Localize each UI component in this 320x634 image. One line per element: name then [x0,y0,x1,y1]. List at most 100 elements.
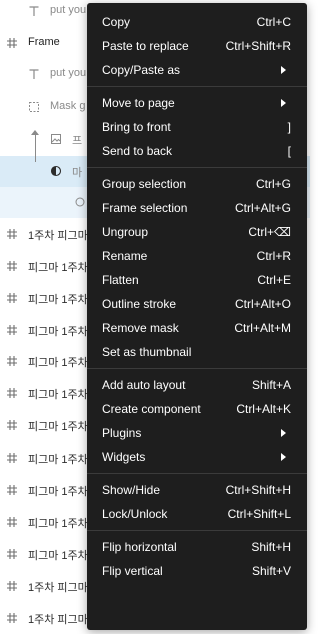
menu-item-label: Paste to replace [102,39,189,53]
layer-label: 1주차 피그마 [28,230,88,242]
frame-hash-icon [6,260,18,272]
frame-hash-icon [6,612,18,624]
menu-item-label: Copy [102,15,131,29]
layer-label: 피그마 1주차 [28,486,88,498]
menu-item-label: Create component [102,402,201,416]
hierarchy-connector [35,132,36,162]
menu-item-label: Ungroup [102,225,149,239]
menu-item-add-auto-layout[interactable]: Add auto layout Shift+A [87,373,307,397]
layer-label: 피그마 1주차 [28,389,88,401]
menu-item-widgets[interactable]: Widgets [87,445,307,469]
menu-item-lock-unlock[interactable]: Lock/Unlock Ctrl+Shift+L [87,502,307,526]
menu-separator [87,368,307,369]
layer-label: 피그마 1주차 [28,357,88,369]
frame-hash-icon [6,516,18,528]
menu-separator [87,167,307,168]
frame-hash-icon [6,484,18,496]
frame-hash-icon [6,355,18,367]
frame-hash-icon [6,37,18,49]
menu-item-frame-selection[interactable]: Frame selection Ctrl+Alt+G [87,196,307,220]
layer-label: 피그마 1주차 [28,262,88,274]
menu-item-remove-mask[interactable]: Remove mask Ctrl+Alt+M [87,316,307,340]
menu-item-rename[interactable]: Rename Ctrl+R [87,244,307,268]
menu-item-label: Flip vertical [102,564,163,578]
menu-item-shortcut: Ctrl+Shift+L [227,507,291,521]
menu-item-label: Frame selection [102,201,188,215]
menu-item-shortcut: Ctrl+Alt+M [234,321,291,335]
menu-item-flatten[interactable]: Flatten Ctrl+E [87,268,307,292]
text-icon [28,68,40,80]
menu-item-label: Group selection [102,177,187,191]
menu-item-outline-stroke[interactable]: Outline stroke Ctrl+Alt+O [87,292,307,316]
menu-item-label: Remove mask [102,321,179,335]
menu-item-copy[interactable]: Copy Ctrl+C [87,10,307,34]
layer-label: put you [50,4,87,16]
menu-separator [87,473,307,474]
menu-item-shortcut: Ctrl+G [255,177,291,191]
layer-label: put you [50,67,87,79]
half-circle-icon [50,165,62,177]
menu-item-move-to-page[interactable]: Move to page [87,91,307,115]
menu-item-label: Copy/Paste as [102,63,181,77]
text-icon [28,5,40,17]
layer-label: 1주차 피그마 [28,582,88,594]
menu-item-shortcut: Shift+V [251,564,291,578]
menu-item-shortcut: Ctrl+Shift+R [225,39,291,53]
menu-item-flip-vertical[interactable]: Flip vertical Shift+V [87,559,307,583]
menu-item-label: Show/Hide [102,483,161,497]
menu-item-shortcut: Ctrl+R [256,249,291,263]
context-menu: Copy Ctrl+C Paste to replace Ctrl+Shift+R Co… [87,3,307,630]
menu-item-bring-to-front[interactable]: Bring to front] [87,115,307,139]
frame-hash-icon [6,228,18,240]
menu-item-shortcut: Shift+H [251,540,291,554]
layer-label: Frame [28,36,60,48]
menu-item-label: Set as thumbnail [102,345,192,359]
frame-hash-icon [6,387,18,399]
menu-item-copy-paste-as[interactable]: Copy/Paste as [87,58,307,82]
menu-item-label: Add auto layout [102,378,186,392]
menu-item-shortcut: Shift+A [251,378,291,392]
menu-item-send-to-back[interactable]: Send to back [ [87,139,307,163]
menu-item-label: Move to page [102,96,175,110]
menu-item-shortcut: Ctrl+C [256,15,291,29]
frame-hash-icon [6,324,18,336]
ellipse-icon [74,196,86,208]
menu-item-paste-to-replace[interactable]: Paste to replace Ctrl+Shift+R [87,34,307,58]
menu-item-flip-horizontal[interactable]: Flip horizontal Shift+H [87,535,307,559]
layer-label: 피그마 1주차 [28,326,88,338]
frame-hash-icon [6,419,18,431]
layer-label: 피그마 1주차 [28,294,88,306]
layer-label: 피그마 1주차 [28,550,88,562]
layer-label: 프 [72,135,83,147]
layer-label: 1주차 피그마 [28,614,88,626]
layer-label: 피그마 1주차 [28,518,88,530]
menu-item-ungroup[interactable]: Ungroup Ctrl+⌫ [87,220,307,244]
layer-label: 피그마 1주차 [28,421,88,433]
mask-dashed-icon [28,101,40,113]
menu-item-shortcut: ] [287,120,291,134]
image-icon [50,133,62,145]
menu-separator [87,530,307,531]
submenu-arrow-icon [281,453,286,461]
menu-item-shortcut: Ctrl+E [257,273,291,287]
menu-item-create-component[interactable]: Create component Ctrl+Alt+K [87,397,307,421]
frame-hash-icon [6,580,18,592]
menu-item-shortcut: Ctrl+Alt+O [234,297,291,311]
menu-item-show-hide[interactable]: Show/Hide Ctrl+Shift+H [87,478,307,502]
menu-item-label: Send to back [102,144,173,158]
menu-item-label: Plugins [102,426,142,440]
menu-item-group-selection[interactable]: Group selection Ctrl+G [87,172,307,196]
menu-item-label: Outline stroke [102,297,177,311]
submenu-arrow-icon [281,66,286,74]
menu-item-shortcut: Ctrl+Alt+G [234,201,291,215]
submenu-arrow-icon [281,429,286,437]
menu-item-shortcut: [ [287,144,291,158]
layer-label: 피그마 1주차 [28,454,88,466]
menu-item-set-as-thumbnail[interactable]: Set as thumbnail [87,340,307,364]
frame-hash-icon [6,452,18,464]
menu-item-plugins[interactable]: Plugins [87,421,307,445]
frame-hash-icon [6,292,18,304]
connector-arrow-icon [31,130,39,135]
menu-item-shortcut: Ctrl+Shift+H [225,483,291,497]
frame-hash-icon [6,548,18,560]
